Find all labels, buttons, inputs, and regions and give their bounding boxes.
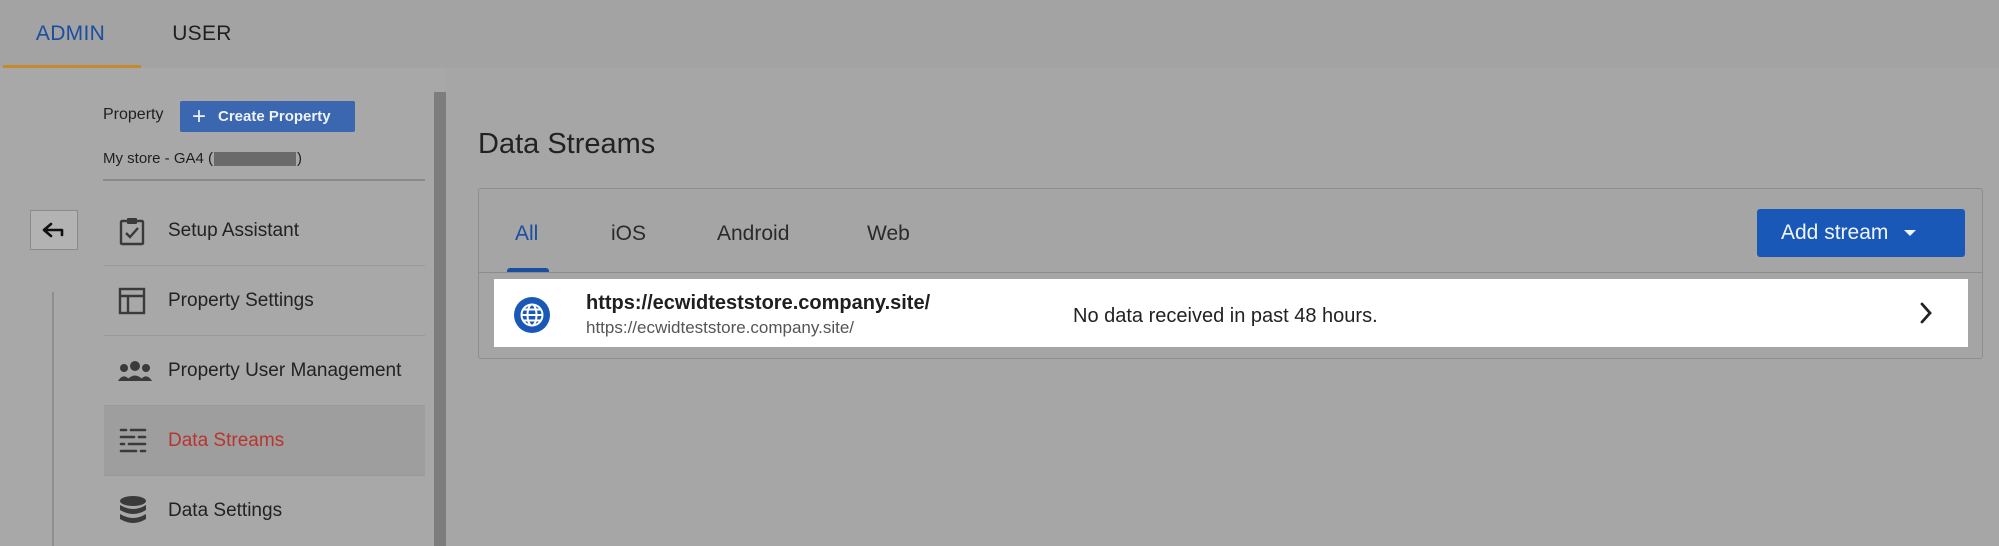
divider — [479, 272, 1982, 273]
back-button[interactable] — [30, 210, 78, 250]
create-property-label: Create Property — [218, 108, 331, 125]
stream-row[interactable]: https://ecwidteststore.company.site/ htt… — [494, 279, 1968, 347]
nav-item-label: Setup Assistant — [168, 219, 299, 241]
tab-user-label: USER — [172, 22, 232, 45]
plus-icon: + — [192, 102, 207, 130]
clipboard-check-icon — [104, 216, 168, 246]
nav-item-data-streams[interactable]: Data Streams — [104, 406, 425, 476]
nav-item-label: Data Streams — [168, 429, 285, 451]
stream-status: No data received in past 48 hours. — [1073, 305, 1378, 327]
redacted-property-id — [214, 151, 297, 166]
scrollbar[interactable] — [434, 92, 446, 546]
nav-item-label: Property Settings — [168, 289, 314, 311]
stream-url: https://ecwidteststore.company.site/ — [586, 318, 855, 337]
data-streams-icon — [104, 426, 168, 456]
divider — [103, 179, 425, 181]
property-selector[interactable]: My store - GA4 ( ) — [103, 150, 302, 167]
people-icon — [104, 359, 168, 383]
nav-item-property-settings[interactable]: Property Settings — [104, 266, 425, 336]
chevron-right-icon[interactable] — [1918, 301, 1934, 330]
nav-item-label: Property User Management — [168, 359, 402, 381]
database-icon — [104, 495, 168, 527]
tab-all[interactable]: All — [515, 222, 538, 246]
property-column: Property + Create Property My store - GA… — [0, 68, 446, 546]
tab-ios[interactable]: iOS — [611, 222, 646, 246]
layout-icon — [104, 287, 168, 315]
column-guide-line — [52, 292, 54, 546]
tab-admin-label: ADMIN — [35, 22, 106, 45]
tab-web[interactable]: Web — [867, 222, 910, 246]
nav-item-property-user-management[interactable]: Property User Management — [104, 336, 425, 406]
tab-android[interactable]: Android — [717, 222, 789, 246]
store-name-suffix: ) — [297, 150, 303, 167]
property-label: Property — [103, 106, 164, 123]
stream-name: https://ecwidteststore.company.site/ — [586, 292, 931, 314]
create-property-button[interactable]: + Create Property — [180, 101, 355, 132]
store-name-prefix: My store - GA4 ( — [103, 150, 214, 167]
tab-admin[interactable]: ADMIN — [0, 0, 141, 68]
nav-item-data-settings[interactable]: Data Settings — [104, 476, 425, 546]
nav-item-setup-assistant[interactable]: Setup Assistant — [104, 196, 425, 266]
back-arrow-icon — [42, 222, 64, 238]
top-tab-bar: ADMIN USER — [0, 0, 1999, 68]
nav-item-label: Data Settings — [168, 500, 283, 521]
tab-user[interactable]: USER — [141, 0, 263, 68]
globe-icon — [514, 297, 550, 333]
add-stream-button[interactable]: Add stream — [1757, 209, 1965, 257]
caret-down-icon — [1904, 230, 1917, 236]
page-title: Data Streams — [478, 128, 656, 160]
add-stream-label: Add stream — [1781, 221, 1889, 244]
